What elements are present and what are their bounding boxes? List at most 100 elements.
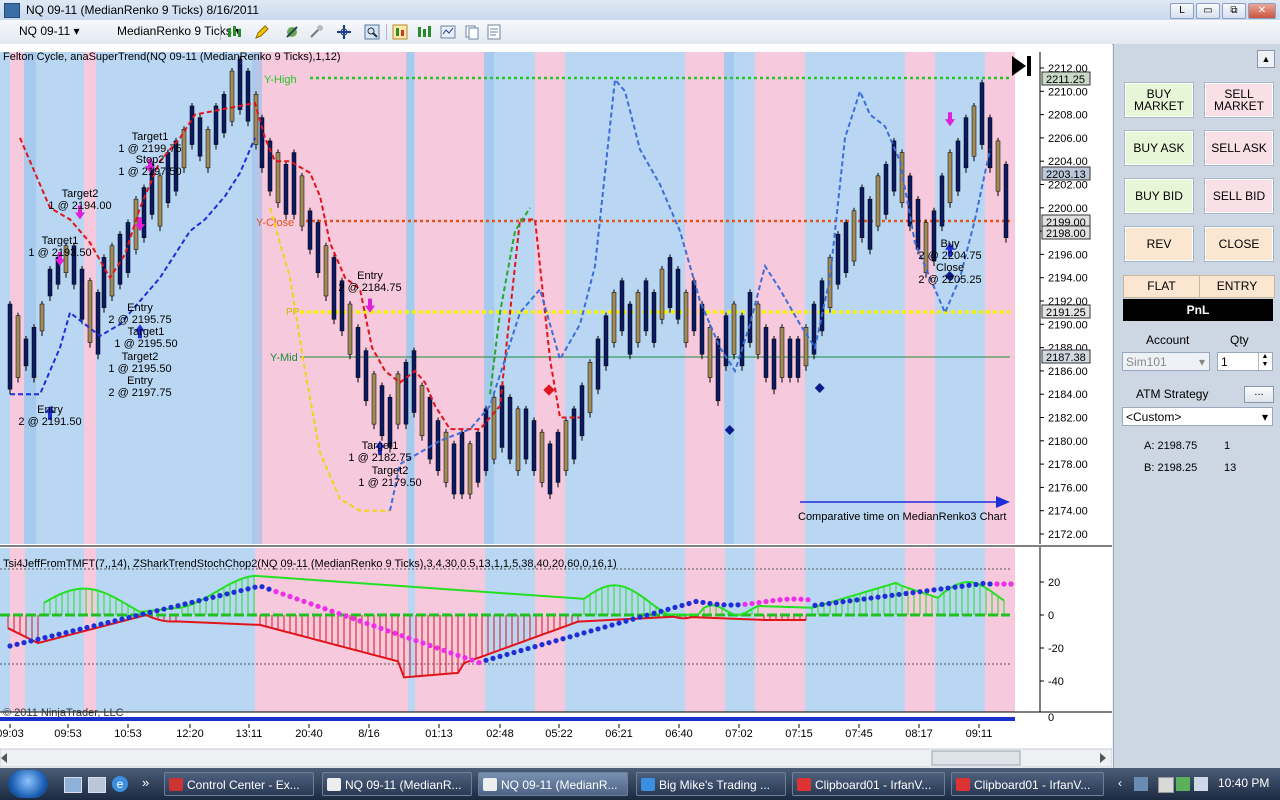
stoch-dot	[14, 641, 20, 647]
atm-strategy-select[interactable]: <Custom> ▾	[1122, 407, 1273, 426]
clock[interactable]: 10:40 PM	[1218, 776, 1269, 790]
scroll-up-icon[interactable]: ▲	[1257, 50, 1275, 68]
stepper-arrows-icon[interactable]: ▲ ▼	[1258, 353, 1271, 370]
annotation-detail: 2 @ 2204.75	[918, 250, 981, 262]
minimize-button[interactable]: ▭	[1196, 3, 1220, 19]
annotation-detail: 1 @ 2195.50	[108, 363, 171, 375]
candle-body	[347, 303, 353, 355]
stoch-dot	[266, 586, 272, 592]
qty-stepper[interactable]: 1 ▲ ▼	[1217, 352, 1273, 371]
osc-tick-label: -40	[1048, 676, 1064, 688]
taskbar-item-label: NQ 09-11 (MedianR...	[345, 778, 462, 792]
stoch-dot	[553, 638, 559, 644]
candle-body	[451, 443, 457, 495]
annotation-detail: 2 @ 2205.25	[918, 274, 981, 286]
time-tick-label: 09:03	[0, 728, 24, 740]
crosshair-icon[interactable]	[336, 24, 352, 40]
sell-market-button[interactable]: SELL MARKET	[1204, 82, 1274, 118]
sell-bid-button[interactable]: SELL BID	[1204, 178, 1274, 214]
stoch-dot	[875, 594, 881, 600]
bartype-selector[interactable]: MedianRenko 9 Ticks ▾	[114, 23, 244, 40]
bar-chart-icon[interactable]	[416, 24, 432, 40]
price-chart[interactable]: Y-High Y-Close PP Y-Mid Comparative time…	[0, 44, 1113, 768]
instrument-selector[interactable]: NQ 09-11 ▾	[16, 23, 83, 40]
candle-body	[427, 396, 433, 460]
link-button[interactable]: L	[1170, 3, 1194, 19]
stoch-dot	[385, 628, 391, 634]
pencil-icon[interactable]	[254, 24, 270, 40]
data-box-icon[interactable]	[440, 24, 456, 40]
atm-settings-button[interactable]: ...	[1244, 386, 1274, 403]
price-tick-label: 2180.00	[1048, 436, 1088, 448]
pnl-display: PnL	[1123, 299, 1273, 321]
maximize-button[interactable]: ⧉	[1222, 3, 1246, 19]
stoch-dot	[581, 630, 587, 636]
stoch-dot	[693, 598, 699, 605]
taskbar-item[interactable]: Clipboard01 - IrfanV...	[792, 772, 945, 796]
buy-bid-button[interactable]: BUY BID	[1124, 178, 1194, 214]
taskbar-item[interactable]: NQ 09-11 (MedianR...	[322, 772, 472, 796]
zoom-icon[interactable]	[364, 24, 380, 40]
taskbar-item[interactable]: Clipboard01 - IrfanV...	[951, 772, 1104, 796]
tray-expand-icon[interactable]: ‹	[1118, 776, 1122, 790]
trend-band	[408, 548, 415, 712]
time-tick-label: 20:40	[295, 728, 323, 740]
sell-ask-button[interactable]: SELL ASK	[1204, 130, 1274, 166]
taskbar-item[interactable]: NQ 09-11 (MedianR...	[478, 772, 628, 796]
go-to-end-icon[interactable]	[1012, 56, 1026, 76]
time-tick-label: 09:11	[966, 728, 993, 740]
stoch-dot	[70, 628, 76, 634]
stoch-dot	[196, 598, 202, 604]
candle-body	[739, 315, 745, 367]
tray-icon[interactable]	[1134, 777, 1148, 791]
quicklaunch-icon[interactable]	[88, 777, 106, 793]
scrollbar-thumb[interactable]	[931, 750, 1021, 766]
candle-body	[979, 82, 985, 145]
candle-body	[315, 222, 321, 273]
trend-band	[905, 548, 935, 712]
stoch-dot	[224, 591, 230, 597]
chart-area[interactable]: Y-High Y-Close PP Y-Mid Comparative time…	[0, 44, 1113, 768]
show-desktop-icon[interactable]	[64, 777, 82, 793]
stoch-dot	[413, 638, 419, 644]
internet-explorer-icon[interactable]: e	[112, 776, 128, 792]
stoch-dot	[644, 612, 650, 618]
buy-ask-button[interactable]: BUY ASK	[1124, 130, 1194, 166]
candle-body	[491, 396, 497, 460]
strategies-icon[interactable]	[308, 24, 324, 40]
taskbar-item[interactable]: Control Center - Ex...	[164, 772, 314, 796]
time-axis: 09:03 09:53 10:53 12:20 13:11 20:40 8/16 01:13 0…	[0, 724, 992, 740]
network-icon[interactable]	[1176, 777, 1190, 791]
trend-band	[96, 52, 255, 544]
candle-body	[403, 362, 409, 425]
close-position-button[interactable]: CLOSE	[1204, 226, 1274, 262]
candle-body	[245, 70, 251, 122]
trend-band	[485, 548, 535, 712]
candle-body	[499, 385, 505, 448]
properties-icon[interactable]	[486, 24, 502, 40]
chart-trader-icon[interactable]	[392, 24, 408, 40]
stoch-dot	[182, 601, 188, 607]
volume-icon[interactable]	[1194, 777, 1208, 791]
copy-icon[interactable]	[464, 24, 480, 40]
account-select[interactable]: Sim101 ▾	[1122, 352, 1210, 371]
close-window-button[interactable]: ✕	[1248, 3, 1276, 19]
start-button[interactable]	[8, 770, 48, 798]
trend-band	[0, 548, 10, 712]
buy-market-button[interactable]: BUY MARKET	[1124, 82, 1194, 118]
stoch-dot	[504, 651, 510, 658]
indicators-icon[interactable]	[284, 24, 300, 40]
price-marker-label: 2211.25	[1046, 74, 1085, 86]
more-quicklaunch-icon[interactable]: »	[142, 775, 149, 790]
tray-icon[interactable]	[1158, 777, 1174, 793]
chart-style-icon[interactable]	[226, 24, 242, 40]
stoch-dot	[210, 594, 216, 600]
stoch-dot	[602, 624, 608, 630]
app-icon	[169, 778, 183, 791]
reverse-button[interactable]: REV	[1124, 226, 1194, 262]
stoch-dot	[168, 604, 174, 610]
price-tick-label: 2190.00	[1048, 319, 1088, 331]
stoch-dot	[84, 624, 90, 631]
stoch-dot	[847, 598, 853, 604]
taskbar-item[interactable]: Big Mike's Trading ...	[636, 772, 786, 796]
